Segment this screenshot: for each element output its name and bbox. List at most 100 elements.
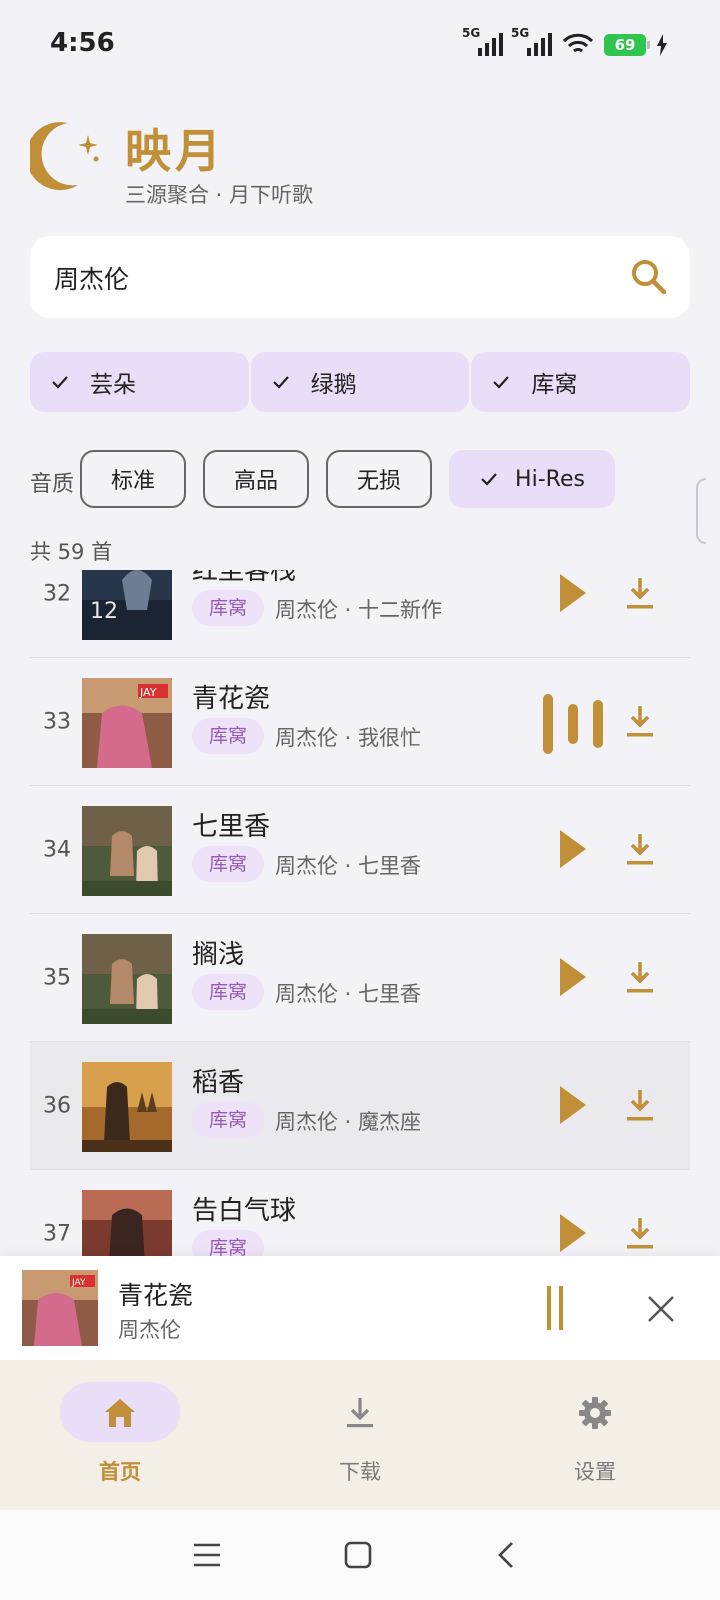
download-icon[interactable] <box>626 576 654 610</box>
quality-chip-high[interactable]: 高品 <box>203 450 309 508</box>
source-tag: 库窝 <box>192 1102 264 1138</box>
nav-download[interactable]: 下载 <box>285 1382 435 1492</box>
search-input[interactable] <box>52 254 616 302</box>
pause-icon[interactable] <box>546 1286 566 1330</box>
nav-home[interactable]: 首页 <box>45 1382 195 1492</box>
song-number: 36 <box>43 1093 71 1118</box>
quality-chip-standard[interactable]: 标准 <box>80 450 186 508</box>
app-subtitle: 三源聚合 · 月下听歌 <box>125 183 314 207</box>
song-list[interactable]: 32 12 红尘客栈 库窝 周杰伦 · 十二新作 33 JAY 青花瓷 库窝 周… <box>30 570 690 1256</box>
download-icon[interactable] <box>626 704 654 738</box>
download-icon[interactable] <box>626 960 654 994</box>
nav-label: 设置 <box>574 1460 616 1484</box>
svg-text:JAY: JAY <box>139 686 157 699</box>
source-chip-label: 芸朵 <box>90 372 136 398</box>
play-icon[interactable] <box>558 572 588 614</box>
drawer-handle[interactable] <box>696 478 706 544</box>
home-square-icon[interactable] <box>343 1540 373 1570</box>
play-icon[interactable] <box>558 1084 588 1126</box>
song-row[interactable]: 36 稻香 库窝 周杰伦 · 魔杰座 <box>30 1042 690 1170</box>
moon-logo-icon <box>30 122 99 191</box>
nav-settings[interactable]: 设置 <box>520 1382 670 1492</box>
song-title: 红尘客栈 <box>192 570 297 586</box>
bottom-nav: 首页 下载 设置 <box>0 1360 720 1510</box>
song-row[interactable]: 34 七里香 库窝 周杰伦 · 七里香 <box>30 786 690 914</box>
download-icon[interactable] <box>626 1216 654 1250</box>
source-filter: 芸朵 绿鹅 库窝 <box>30 352 691 412</box>
song-number: 32 <box>43 581 71 606</box>
app-title: 映月 <box>125 124 225 178</box>
status-time: 4:56 <box>50 28 115 58</box>
check-icon <box>52 376 68 389</box>
play-icon[interactable] <box>558 1212 588 1254</box>
signal-icon: 5G <box>462 26 503 56</box>
check-icon <box>481 473 497 486</box>
nav-label: 首页 <box>99 1460 141 1484</box>
check-icon <box>493 376 510 389</box>
status-bar: 4:56 5G 5G 69 <box>0 0 720 90</box>
source-tag: 库窝 <box>192 846 264 882</box>
source-chip-yunduo[interactable]: 芸朵 <box>30 352 249 412</box>
wifi-icon <box>562 33 594 53</box>
close-icon[interactable] <box>646 1294 676 1324</box>
album-cover <box>82 1190 172 1256</box>
svg-text:JAY: JAY <box>71 1278 86 1288</box>
play-icon[interactable] <box>558 956 588 998</box>
menu-icon[interactable] <box>192 1540 222 1570</box>
song-title: 青花瓷 <box>192 684 271 714</box>
album-cover <box>82 934 172 1024</box>
charging-icon <box>657 34 667 56</box>
download-icon[interactable] <box>626 1088 654 1122</box>
quality-label: 音质 <box>30 472 75 497</box>
status-icons: 5G 5G 69 <box>462 26 668 56</box>
mini-player[interactable]: JAY 青花瓷 周杰伦 <box>0 1256 720 1360</box>
source-chip-kuwo[interactable]: 库窝 <box>471 352 691 412</box>
song-meta: 周杰伦 · 七里香 <box>275 982 422 1006</box>
system-nav-bar <box>0 1510 720 1600</box>
song-meta: 周杰伦 · 魔杰座 <box>275 1110 422 1134</box>
source-tag: 库窝 <box>192 1230 264 1256</box>
source-tag: 库窝 <box>192 718 264 754</box>
download-icon[interactable] <box>626 832 654 866</box>
song-row[interactable]: 32 12 红尘客栈 库窝 周杰伦 · 十二新作 <box>30 570 690 658</box>
mini-player-title: 青花瓷 <box>118 1281 194 1310</box>
album-cover <box>82 806 172 896</box>
song-title: 告白气球 <box>192 1196 297 1226</box>
gear-icon <box>579 1397 611 1429</box>
nav-label: 下载 <box>339 1460 381 1484</box>
now-playing-icon[interactable] <box>540 694 606 754</box>
signal-icon-2: 5G <box>511 26 552 56</box>
quality-chip-hires[interactable]: Hi-Res <box>449 450 615 508</box>
song-row[interactable]: 35 搁浅 库窝 周杰伦 · 七里香 <box>30 914 690 1042</box>
mini-player-artist: 周杰伦 <box>118 1318 181 1342</box>
quality-chip-label: Hi-Res <box>515 466 585 492</box>
song-title: 七里香 <box>192 812 271 842</box>
song-meta: 周杰伦 · 七里香 <box>275 854 422 878</box>
source-tag: 库窝 <box>192 974 264 1010</box>
play-icon[interactable] <box>558 828 588 870</box>
mini-player-cover: JAY <box>22 1270 98 1346</box>
song-meta: 周杰伦 · 十二新作 <box>275 598 443 622</box>
source-chip-label: 绿鹅 <box>310 372 357 398</box>
song-number: 37 <box>43 1221 71 1246</box>
album-cover: 12 <box>82 570 172 640</box>
song-meta: 周杰伦 · 我很忙 <box>275 726 422 750</box>
song-row[interactable]: 33 JAY 青花瓷 库窝 周杰伦 · 我很忙 <box>30 658 690 786</box>
back-icon[interactable] <box>492 1540 522 1570</box>
quality-chip-lossless[interactable]: 无损 <box>326 450 432 508</box>
source-chip-lve[interactable]: 绿鹅 <box>250 352 470 412</box>
album-cover: JAY <box>82 678 172 768</box>
battery-icon: 69 <box>604 34 650 56</box>
song-number: 33 <box>43 709 71 734</box>
result-count: 共 59 首 <box>30 540 113 564</box>
song-row[interactable]: 37 告白气球 库窝 <box>30 1170 690 1256</box>
source-chip-label: 库窝 <box>531 372 578 398</box>
song-number: 35 <box>43 965 71 990</box>
song-title: 稻香 <box>192 1068 245 1098</box>
download-icon <box>347 1398 373 1428</box>
search-box <box>30 236 690 318</box>
song-number: 34 <box>43 837 71 862</box>
check-icon <box>272 376 289 389</box>
search-icon[interactable] <box>626 254 672 300</box>
album-cover <box>82 1062 172 1152</box>
